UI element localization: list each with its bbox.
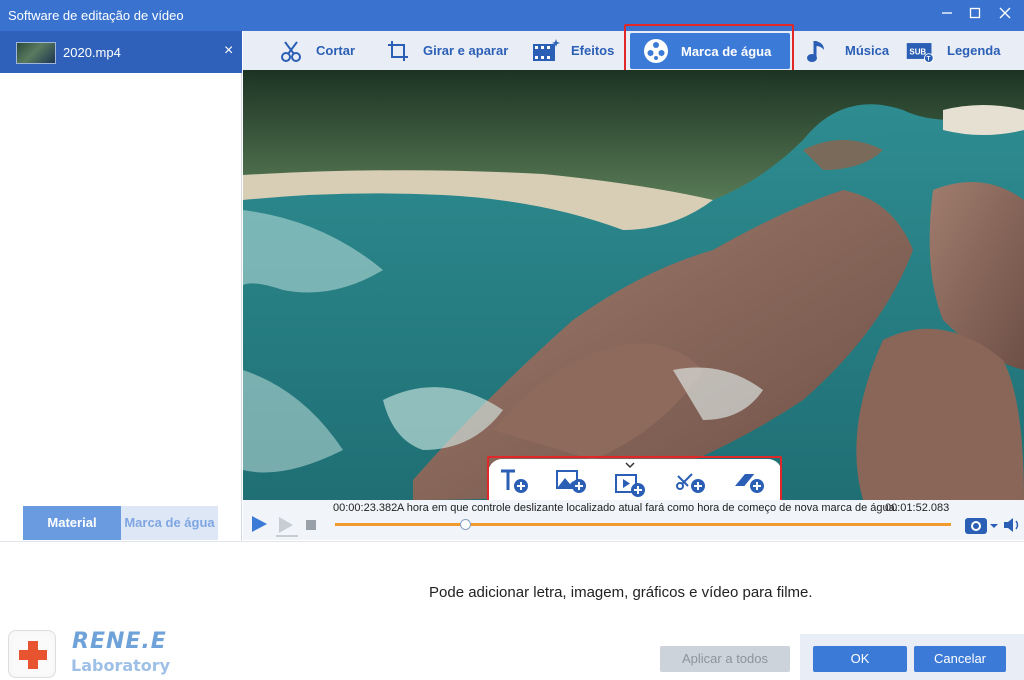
close-button[interactable] [995,6,1015,26]
cancel-button[interactable]: Cancelar [914,646,1006,672]
snapshot-camera-icon[interactable] [964,514,998,539]
brand-logo: RENE.E Laboratory [8,626,178,678]
remove-file-button[interactable]: × [224,42,233,60]
tool-label: Girar e aparar [423,43,509,58]
timeline-track[interactable] [335,523,951,526]
tab-watermark[interactable]: Marca de água [121,506,218,540]
tool-label: Cortar [316,43,356,58]
total-time: 00:01:52.083 [885,502,950,514]
stop-button[interactable] [305,519,317,534]
minimize-button[interactable] [937,6,957,26]
tab-material[interactable]: Material [23,506,121,540]
volume-icon[interactable] [1002,516,1022,537]
tool-efeitos[interactable]: Efeitos [531,31,614,70]
rotate-crop-icon [383,36,413,66]
svg-text:SUB: SUB [909,47,926,56]
title-bar: Software de editação de vídeo [0,0,1024,31]
subtitle-icon: SUB T [905,36,935,66]
tool-legenda[interactable]: SUB T Legenda [905,31,1000,70]
tool-label: Efeitos [571,43,615,58]
media-panel: 2020.mp4 × [0,31,242,541]
play-segment-button[interactable] [275,514,299,541]
tool-label: Legenda [947,43,1001,58]
brand-subtitle: Laboratory [71,656,171,675]
file-name: 2020.mp4 [63,45,121,60]
effects-film-icon [531,36,561,66]
window-title: Software de editação de vídeo [8,8,184,23]
scissors-icon [276,36,306,66]
music-note-icon [803,36,833,66]
video-preview[interactable] [243,70,1024,500]
maximize-button[interactable] [965,6,985,26]
tool-girar-aparar[interactable]: Girar e aparar [383,31,508,70]
svg-text:T: T [927,55,931,62]
player-controls: 00:00:23.382 A hora em que controle desl… [243,500,1024,540]
play-button[interactable] [249,514,269,537]
ok-button[interactable]: OK [813,646,907,672]
video-thumbnail [16,42,56,64]
hint-text: Pode adicionar letra, imagem, gráficos e… [429,584,813,601]
tool-musica[interactable]: Música [803,31,889,70]
apply-all-button[interactable]: Aplicar a todos [660,646,790,672]
timeline-tip: A hora em que controle deslizante locali… [397,502,898,514]
tool-label: Música [845,43,890,58]
first-aid-logo-icon [8,630,56,678]
video-frame [243,70,1024,500]
highlight-box-watermark-tools [487,456,782,504]
file-item[interactable]: 2020.mp4 × [0,31,242,73]
tool-cortar[interactable]: Cortar [276,31,355,70]
current-time: 00:00:23.382 [333,502,398,514]
brand-name: RENE.E [72,629,167,654]
panel-tabs: Material Marca de água [23,506,218,540]
bottom-panel: Pode adicionar letra, imagem, gráficos e… [0,541,1024,680]
timeline-handle[interactable] [460,519,471,530]
